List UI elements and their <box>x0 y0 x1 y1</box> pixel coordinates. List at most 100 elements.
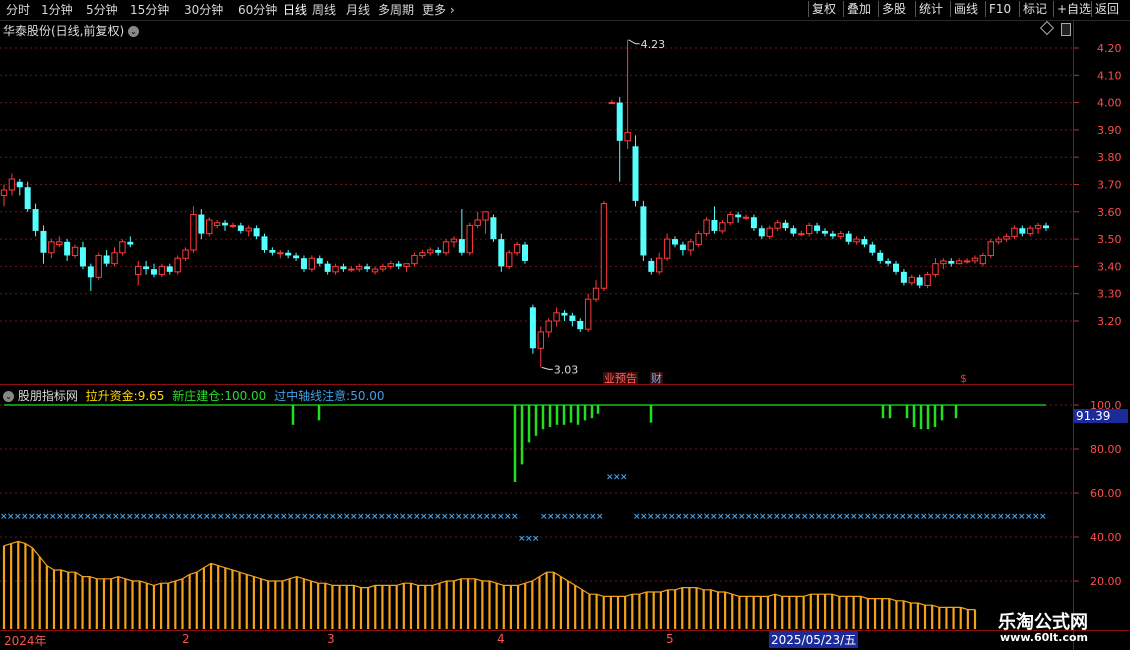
indicator-name[interactable]: 股朋指标网 <box>18 389 78 403</box>
candle-body <box>229 224 237 227</box>
cross-marker: × <box>413 512 421 522</box>
cross-marker: × <box>717 512 725 522</box>
candle-body <box>955 260 963 265</box>
chevron-right-icon: › <box>446 3 455 17</box>
cross-marker: × <box>745 512 753 522</box>
more-label: 更多 <box>422 3 447 17</box>
cross-marker: × <box>420 512 428 522</box>
candle-body <box>387 263 395 267</box>
price-tick-label: 4.20 <box>1097 42 1122 55</box>
period-tab-30min[interactable]: 30分钟 <box>184 2 223 18</box>
tool-mark-button[interactable]: 标记 <box>1019 1 1050 17</box>
candle-body <box>814 225 821 231</box>
indicator-line-2-label: 新庄建仓: <box>172 389 225 403</box>
indicator-tick-label: 80.00 <box>1090 443 1122 456</box>
tool-stats-button[interactable]: 统计 <box>915 1 946 17</box>
cross-marker: × <box>1039 512 1047 522</box>
cross-marker: × <box>266 512 274 522</box>
period-tab-15min[interactable]: 15分钟 <box>130 2 169 18</box>
date-month-label: 4 <box>497 632 505 646</box>
period-tab-multi[interactable]: 多周期 <box>378 2 414 18</box>
cross-marker: × <box>448 512 456 522</box>
cross-marker: × <box>864 512 872 522</box>
tool-draw-button[interactable]: 画线 <box>950 1 981 17</box>
candle-body <box>916 277 923 286</box>
cross-marker: × <box>385 512 393 522</box>
candle-body <box>213 222 221 226</box>
candle-body <box>87 266 94 278</box>
cross-marker: × <box>511 512 519 522</box>
indicator-grid <box>0 404 1072 582</box>
cross-marker: × <box>427 512 435 522</box>
cross-marker: × <box>934 512 942 522</box>
cross-marker: × <box>434 512 442 522</box>
period-tab-daily[interactable]: 日线 <box>283 2 307 18</box>
candle-body <box>513 244 521 254</box>
cross-marker: × <box>668 512 676 522</box>
price-tick-label: 3.20 <box>1097 315 1122 328</box>
tool-add-favorite-button[interactable]: +自选 <box>1053 1 1094 17</box>
cross-marker: × <box>7 512 15 522</box>
period-tab-1min[interactable]: 1分钟 <box>41 2 73 18</box>
price-tick-label: 3.40 <box>1097 260 1122 273</box>
period-tab-monthly[interactable]: 月线 <box>346 2 370 18</box>
panel-separator[interactable] <box>0 384 1073 385</box>
cross-marker: × <box>532 534 540 544</box>
cross-marker: × <box>547 512 555 522</box>
candle-body <box>545 320 552 333</box>
chart-canvas[interactable]: × × × × × × × × × × × × × × × × × × × × × × × × × × × × × × × × × × × × × × × ×… <box>0 0 1130 650</box>
candle-body <box>821 230 828 234</box>
tool-multistock-button[interactable]: 多股 <box>878 1 909 17</box>
candle-body <box>143 266 150 270</box>
tool-fuquan-button[interactable]: 复权 <box>808 1 839 17</box>
candle-body <box>742 216 750 219</box>
price-tick-label: 3.30 <box>1097 288 1122 301</box>
period-tab-weekly[interactable]: 周线 <box>312 2 336 18</box>
candle-body <box>924 274 931 287</box>
cross-marker: × <box>878 512 886 522</box>
tool-f10-button[interactable]: F10 <box>985 1 1014 17</box>
candle-body <box>695 233 702 246</box>
cross-marker: × <box>357 512 365 522</box>
candle-body <box>782 222 789 229</box>
cross-marker: × <box>1032 512 1040 522</box>
cross-marker: × <box>140 512 148 522</box>
cross-marker: × <box>822 512 830 522</box>
tool-overlay-button[interactable]: 叠加 <box>843 1 874 17</box>
diamond-icon[interactable] <box>1039 20 1055 36</box>
date-axis-separator <box>0 630 1130 631</box>
candle-body <box>134 265 142 276</box>
cross-marker: × <box>259 512 267 522</box>
candle-body <box>79 247 86 267</box>
candle-body <box>853 238 860 243</box>
date-year-label: 2024年 <box>4 634 47 648</box>
period-tab-60min[interactable]: 60分钟 <box>238 2 277 18</box>
candle-body <box>245 227 252 232</box>
candle-body <box>198 214 205 234</box>
cross-marker: × <box>794 512 802 522</box>
candle-body <box>608 102 616 105</box>
cross-marker: × <box>525 534 533 544</box>
candle-body <box>932 263 939 276</box>
chart-title[interactable]: 华泰股份(日线,前复权) ⌄ <box>3 22 140 39</box>
cross-marker: × <box>154 512 162 522</box>
candle-body <box>403 263 410 267</box>
candle-body <box>64 241 71 256</box>
indicator-menu-icon[interactable]: ⌄ <box>3 391 14 402</box>
period-tab-more[interactable]: 更多 › <box>422 2 455 18</box>
tool-back-button[interactable]: 返回 <box>1091 1 1122 17</box>
cross-marker: × <box>490 512 498 522</box>
period-tab-fenshi[interactable]: 分时 <box>6 2 30 18</box>
period-tab-5min[interactable]: 5分钟 <box>86 2 118 18</box>
candle-body <box>174 257 181 273</box>
candle-body <box>261 236 268 251</box>
scroll-icon[interactable] <box>1061 23 1071 36</box>
watermark-url: www.60lt.com <box>1000 631 1089 644</box>
candle-body <box>316 258 323 264</box>
chevron-down-icon[interactable]: ⌄ <box>128 26 140 37</box>
toolbar: 分时 1分钟 5分钟 15分钟 30分钟 60分钟 日线 周线 月线 多周期 更… <box>0 0 1130 21</box>
indicator-tick-label: 40.00 <box>1090 531 1122 544</box>
candle-body <box>861 239 868 245</box>
cross-marker: × <box>0 512 8 522</box>
cross-marker: × <box>927 512 935 522</box>
